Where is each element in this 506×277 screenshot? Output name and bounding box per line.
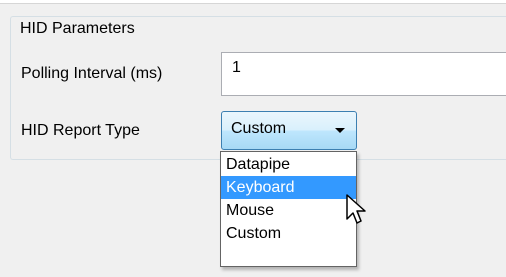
option-mouse[interactable]: Mouse xyxy=(221,199,356,222)
chevron-down-icon[interactable] xyxy=(335,128,345,133)
window-top-edge xyxy=(0,0,506,4)
polling-interval-input[interactable]: 1 xyxy=(221,52,506,96)
report-type-options-list: Datapipe Keyboard Mouse Custom xyxy=(220,151,357,267)
polling-interval-label: Polling Interval (ms) xyxy=(21,65,163,82)
mouse-pointer-icon xyxy=(346,194,366,224)
option-keyboard[interactable]: Keyboard xyxy=(221,176,356,199)
option-custom[interactable]: Custom xyxy=(221,222,356,245)
group-title: HID Parameters xyxy=(17,19,139,39)
option-datapipe[interactable]: Datapipe xyxy=(221,153,356,176)
report-type-dropdown[interactable]: Custom xyxy=(221,111,357,150)
report-type-selected-value: Custom xyxy=(231,120,287,137)
report-type-label: HID Report Type xyxy=(21,122,140,139)
